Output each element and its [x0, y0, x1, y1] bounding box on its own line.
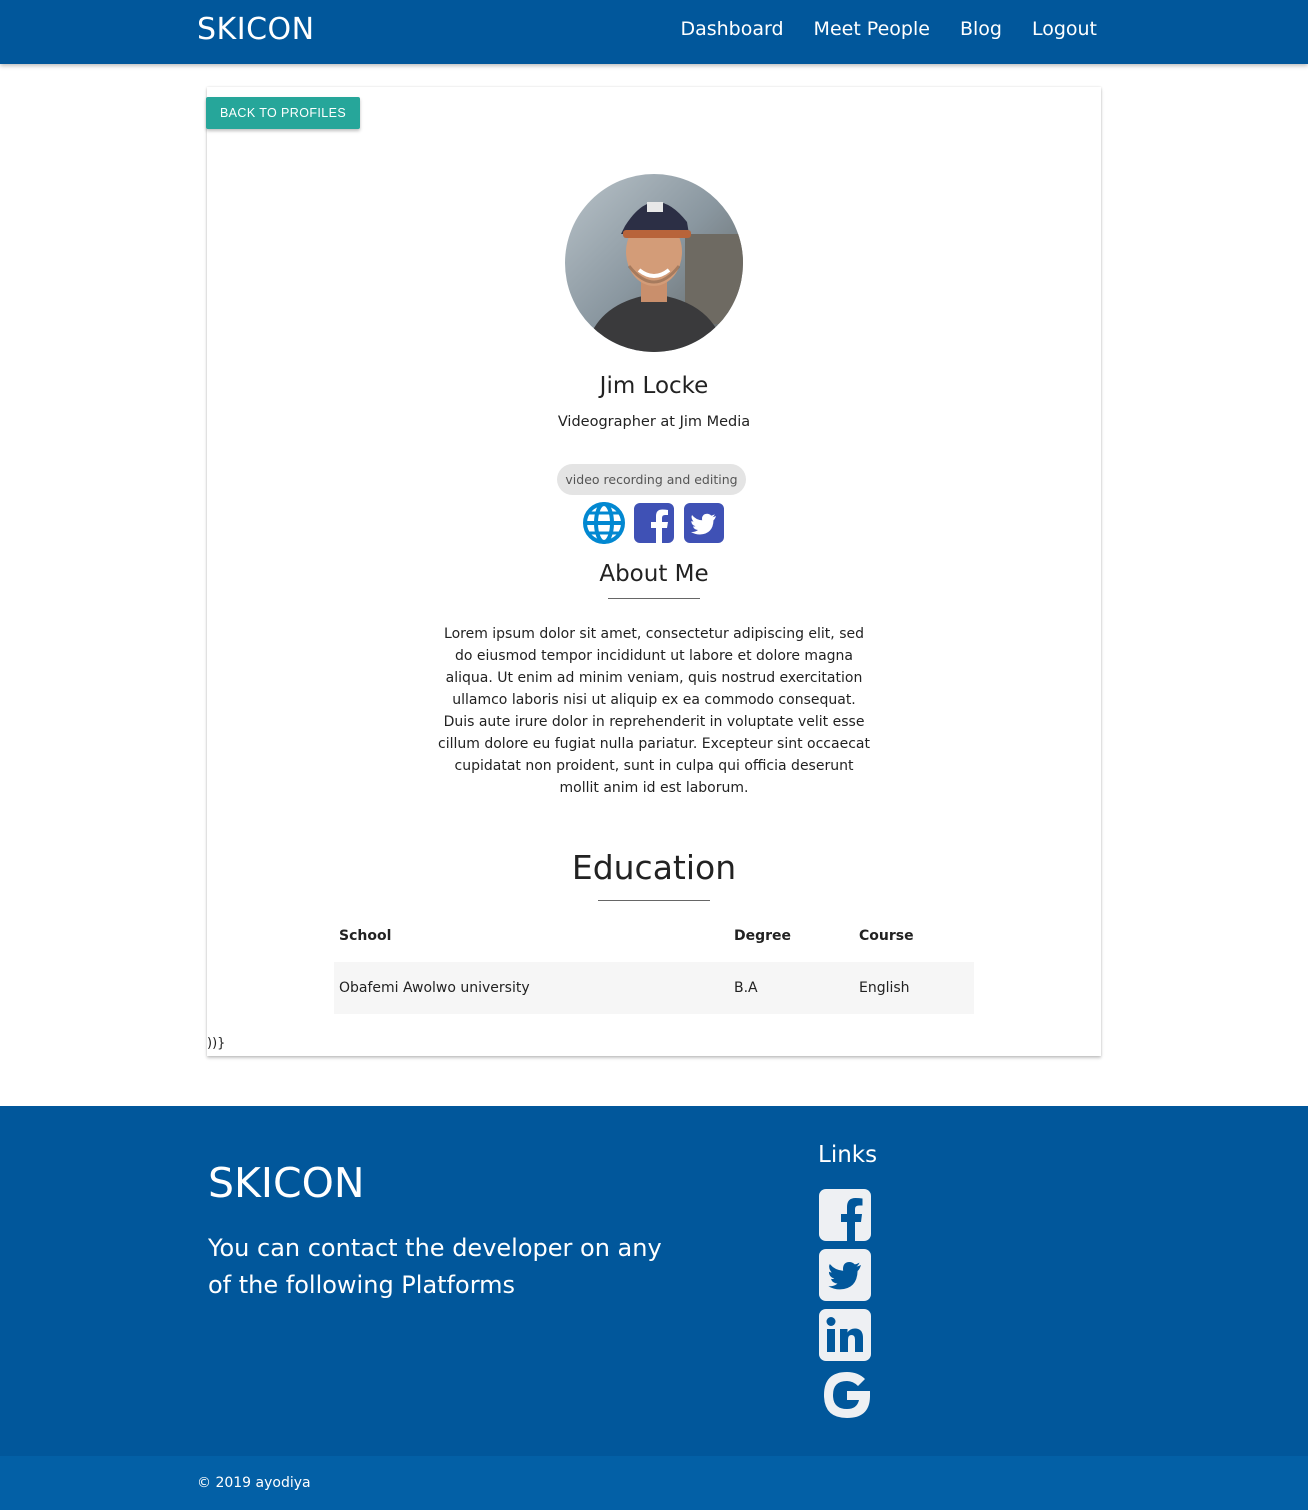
footer-contact-text: You can contact the developer on any of …: [208, 1234, 662, 1299]
back-to-profiles-button[interactable]: BACK TO PROFILES: [206, 97, 360, 129]
avatar: [565, 174, 743, 352]
profile-social-links: [583, 502, 725, 544]
nav-link-meet-people[interactable]: Meet People: [814, 18, 930, 40]
facebook-icon[interactable]: [633, 502, 675, 544]
cell-degree: B.A: [729, 962, 854, 1014]
cell-course: English: [854, 962, 974, 1014]
footer-links-heading: Links: [818, 1142, 878, 1168]
column-header-degree: Degree: [734, 928, 792, 944]
footer: SKICON You can contact the developer on …: [0, 1106, 1308, 1510]
profile-title: Videographer at Jim Media: [557, 414, 751, 430]
education-divider: [598, 900, 710, 901]
nav-link-blog[interactable]: Blog: [960, 18, 1002, 40]
cell-school: Obafemi Awolwo university: [334, 962, 729, 1014]
about-heading: About Me: [599, 561, 709, 587]
nav-link-dashboard[interactable]: Dashboard: [680, 18, 783, 40]
education-table: School Degree Course Obafemi Awolwo univ…: [334, 910, 974, 1014]
google-icon[interactable]: [818, 1366, 876, 1424]
brand-logo[interactable]: SKICON: [197, 12, 315, 47]
facebook-icon[interactable]: [818, 1188, 872, 1242]
about-divider: [608, 598, 700, 599]
footer-copyright-bar: © 2019 ayodiya: [0, 1456, 1308, 1510]
skill-chip: video recording and editing: [557, 464, 746, 495]
table-header-row: School Degree Course: [334, 910, 974, 962]
education-heading: Education: [571, 848, 737, 887]
profile-name: Jim Locke: [599, 373, 709, 399]
column-header-school: School: [339, 928, 392, 944]
stray-text: ))}: [207, 1036, 226, 1051]
nav-links: Dashboard Meet People Blog Logout: [680, 18, 1097, 40]
table-row: Obafemi Awolwo university B.A English: [334, 962, 974, 1014]
column-header-course: Course: [859, 928, 914, 944]
globe-icon[interactable]: [583, 502, 625, 544]
twitter-icon[interactable]: [683, 502, 725, 544]
linkedin-icon[interactable]: [818, 1308, 872, 1362]
nav-link-logout[interactable]: Logout: [1032, 18, 1097, 40]
profile-card: BACK TO PROFILES Jim Locke Videographer …: [206, 87, 1101, 1056]
about-text: Lorem ipsum dolor sit amet, consectetur …: [438, 626, 870, 796]
navbar: SKICON Dashboard Meet People Blog Logout: [0, 0, 1308, 64]
copyright-text: © 2019 ayodiya: [197, 1475, 311, 1491]
twitter-icon[interactable]: [818, 1248, 872, 1302]
footer-brand: SKICON: [208, 1159, 365, 1207]
